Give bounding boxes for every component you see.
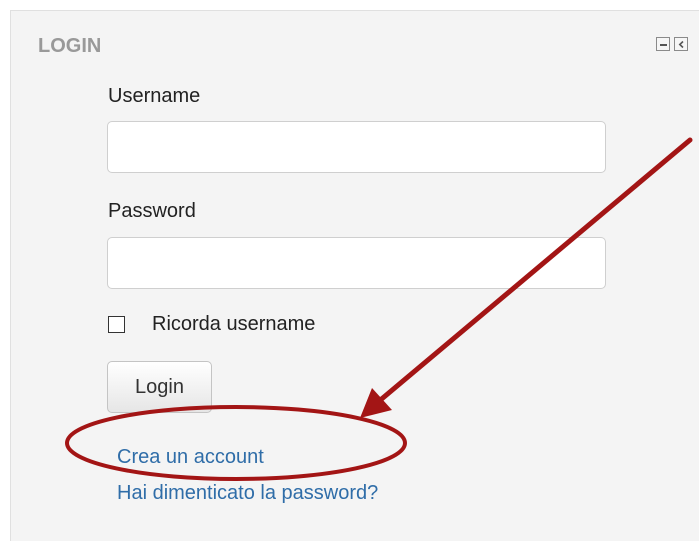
create-account-link[interactable]: Crea un account [117,445,264,469]
username-input[interactable] [107,121,606,173]
remember-username-checkbox[interactable] [108,315,125,333]
block-controls [656,37,688,51]
login-button[interactable]: Login [107,361,212,413]
collapse-button[interactable] [656,37,670,51]
remember-row: Ricorda username [108,312,315,336]
remember-username-label: Ricorda username [152,313,316,335]
dock-button[interactable] [674,37,688,51]
minus-box-icon [660,44,667,46]
page: LOGIN Username Password Ricorda username… [0,0,699,541]
forgot-password-link[interactable]: Hai dimenticato la password? [117,481,378,505]
password-label: Password [108,200,196,222]
block-title: LOGIN [38,35,102,57]
chevron-left-box-icon [678,40,684,49]
password-input[interactable] [107,237,606,289]
username-label: Username [108,85,201,107]
